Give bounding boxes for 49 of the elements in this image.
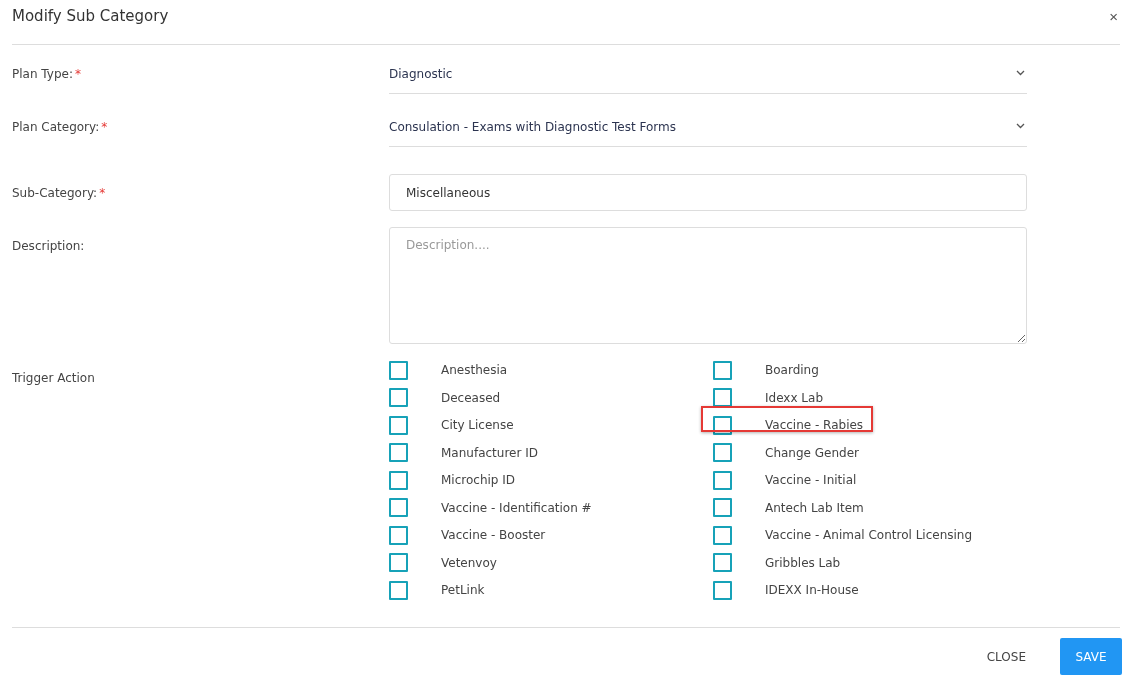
checkbox-label: Idexx Lab bbox=[765, 390, 823, 405]
field-label: Sub-Category: * bbox=[12, 185, 107, 202]
checkbox[interactable] bbox=[389, 470, 408, 490]
field-label: Plan Category: * bbox=[12, 119, 109, 136]
checkbox-label: Change Gender bbox=[765, 445, 859, 460]
checkbox[interactable] bbox=[713, 525, 732, 545]
checkbox-label: Gribbles Lab bbox=[765, 555, 841, 570]
field-label: Trigger Action bbox=[12, 370, 96, 387]
checkbox[interactable] bbox=[713, 415, 732, 435]
checkbox[interactable] bbox=[389, 498, 408, 517]
checkbox-label: Vaccine - Animal Control Licensing bbox=[765, 528, 973, 542]
select-field[interactable]: Diagnostic bbox=[389, 53, 1027, 94]
close-button[interactable]: CLOSE bbox=[980, 638, 1032, 675]
field-label: Description: bbox=[12, 238, 86, 255]
checkbox-label: Boarding bbox=[765, 363, 819, 377]
field-label: Plan Type: * bbox=[12, 66, 82, 83]
checkbox-label: Antech Lab Item bbox=[765, 500, 864, 515]
checkbox[interactable] bbox=[713, 498, 732, 517]
checkbox-label: Microchip ID bbox=[441, 473, 516, 487]
dialog-title: Modify Sub Category bbox=[12, 7, 169, 25]
checkbox[interactable] bbox=[389, 443, 408, 462]
chevron-down-icon bbox=[1016, 123, 1025, 129]
checkbox-label: City License bbox=[441, 418, 514, 432]
checkbox[interactable] bbox=[713, 553, 732, 572]
input-field[interactable]: Miscellaneous bbox=[389, 174, 1027, 211]
checkbox[interactable] bbox=[713, 360, 732, 380]
checkbox[interactable] bbox=[389, 415, 408, 435]
checkbox[interactable] bbox=[389, 360, 408, 380]
checkbox-label: IDEXX In-House bbox=[765, 583, 859, 597]
checkbox-label: Manufacturer ID bbox=[441, 445, 538, 460]
chevron-down-icon bbox=[1016, 70, 1025, 76]
checkbox[interactable] bbox=[389, 388, 408, 407]
checkbox-label: Vetenvoy bbox=[441, 555, 497, 570]
checkbox[interactable] bbox=[389, 553, 408, 572]
checkbox[interactable] bbox=[713, 470, 732, 490]
checkbox[interactable] bbox=[713, 580, 732, 600]
checkbox-label: Deceased bbox=[441, 390, 501, 405]
select-field[interactable]: Consulation - Exams with Diagnostic Test Forms bbox=[389, 106, 1027, 147]
checkbox[interactable] bbox=[713, 443, 732, 462]
checkbox-label: Vaccine - Booster bbox=[441, 528, 546, 542]
description-field[interactable]: Description.... bbox=[389, 227, 1027, 344]
checkbox-label: Vaccine - Identification # bbox=[441, 500, 592, 515]
checkbox[interactable] bbox=[389, 580, 408, 600]
checkbox-label: PetLink bbox=[441, 583, 485, 597]
checkbox[interactable] bbox=[713, 388, 732, 407]
checkbox-label: Vaccine - Initial bbox=[765, 473, 857, 487]
checkbox-label: Vaccine - Rabies bbox=[765, 418, 864, 432]
checkbox-label: Anesthesia bbox=[441, 363, 508, 377]
checkbox[interactable] bbox=[389, 525, 408, 545]
